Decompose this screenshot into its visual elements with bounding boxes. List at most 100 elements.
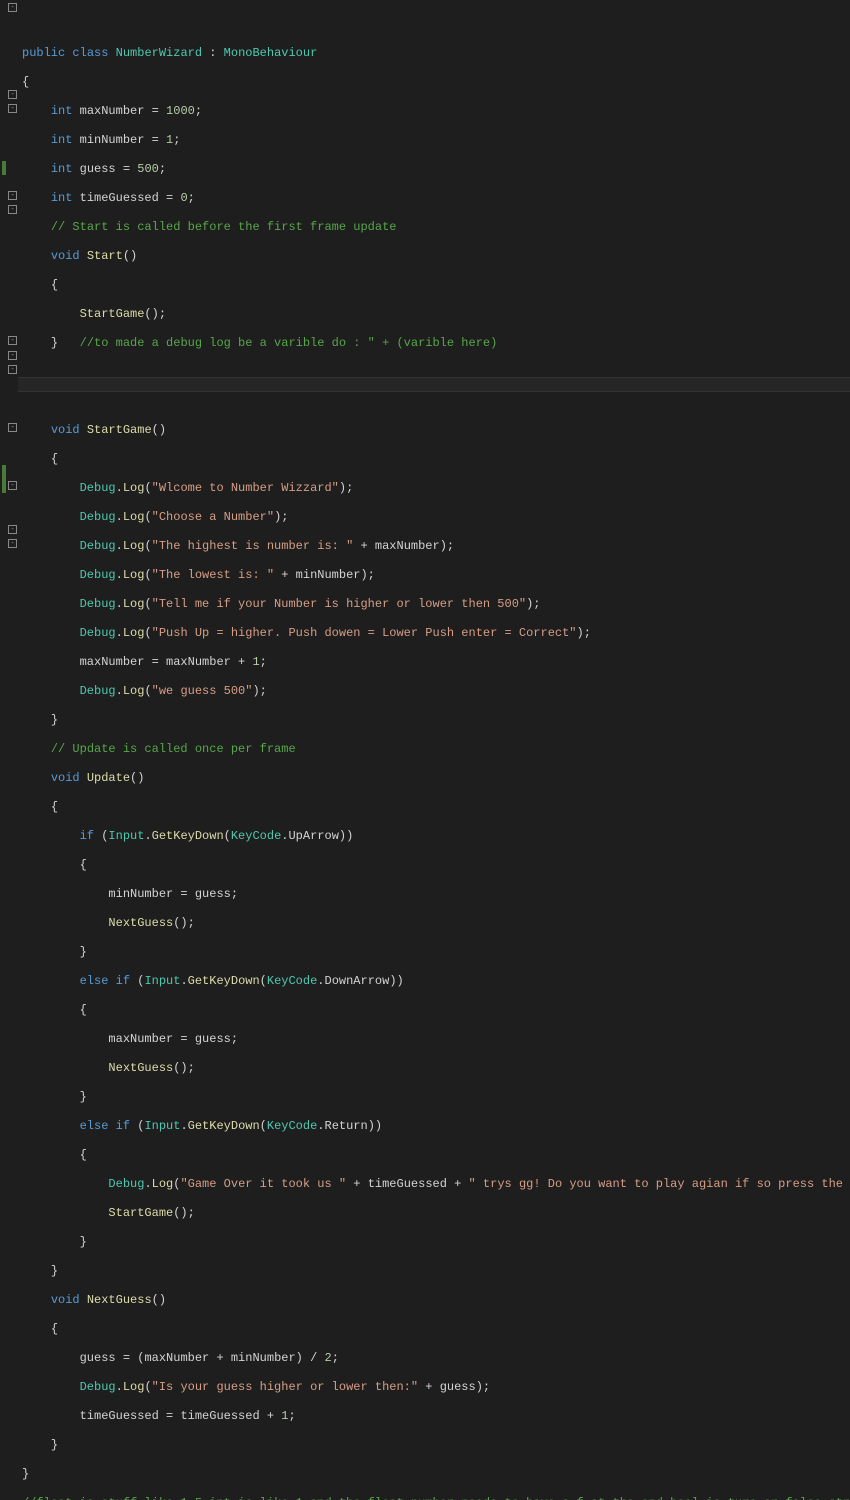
keyword-void: void [51, 249, 80, 263]
change-marker [2, 465, 6, 493]
semicolon: ; [188, 191, 195, 205]
keyword-int: int [51, 191, 73, 205]
code-editor[interactable]: - - - - - - - - - - - - public class Num… [0, 0, 850, 750]
identifier: timeGuessed [368, 1177, 447, 1191]
identifier: maxNumber [80, 655, 145, 669]
op-plus: + [353, 539, 375, 553]
dot: . [116, 481, 123, 495]
brace-open: { [80, 858, 87, 872]
active-line-highlight [18, 377, 850, 392]
string-literal: "Wlcome to Number Wizzard" [152, 481, 339, 495]
class-name: NumberWizard [116, 46, 202, 60]
code-area[interactable]: public class NumberWizard : MonoBehaviou… [18, 0, 850, 750]
class-debug: Debug [80, 597, 116, 611]
identifier: guess [195, 887, 231, 901]
method-call: GetKeyDown [188, 974, 260, 988]
op-eq: = [159, 1409, 181, 1423]
brace-close: } [51, 1438, 58, 1452]
op-div: / [303, 1351, 325, 1365]
fold-toggle-icon[interactable]: - [8, 3, 17, 12]
string-literal: "we guess 500" [152, 684, 253, 698]
string-literal: "Choose a Number" [152, 510, 274, 524]
method-log: Log [123, 684, 145, 698]
op-eq: = [123, 162, 130, 176]
method-name: StartGame [87, 423, 152, 437]
fold-toggle-icon[interactable]: - [8, 336, 17, 345]
method-call: GetKeyDown [188, 1119, 260, 1133]
number-literal: 1 [281, 1409, 288, 1423]
class-debug: Debug [108, 1177, 144, 1191]
class-debug: Debug [80, 626, 116, 640]
comment: //to made a debug log be a varible do : … [80, 336, 498, 350]
identifier: timeGuessed [180, 1409, 259, 1423]
brace-close: } [51, 1264, 58, 1278]
class-input: Input [144, 1119, 180, 1133]
class-input: Input [108, 829, 144, 843]
brace-close: } [22, 1467, 29, 1481]
brace-close: } [80, 1090, 87, 1104]
comment: // Start is called before the first fram… [51, 220, 397, 234]
identifier: guess [440, 1380, 476, 1394]
identifier: maxNumber [375, 539, 440, 553]
keyword-class: class [72, 46, 108, 60]
fold-toggle-icon[interactable]: - [8, 423, 17, 432]
fold-toggle-icon[interactable]: - [8, 191, 17, 200]
fold-toggle-icon[interactable]: - [8, 481, 17, 490]
fold-toggle-icon[interactable]: - [8, 525, 17, 534]
op-plus: + [274, 568, 296, 582]
keyword-int: int [51, 104, 73, 118]
keyword-else: else [80, 1119, 109, 1133]
class-debug: Debug [80, 539, 116, 553]
fold-toggle-icon[interactable]: - [8, 351, 17, 360]
brace-open: { [51, 800, 58, 814]
number-literal: 1000 [166, 104, 195, 118]
fold-toggle-icon[interactable]: - [8, 205, 17, 214]
string-literal: " trys gg! Do you want to play agian if … [469, 1177, 850, 1191]
enum-keycode: KeyCode [267, 1119, 317, 1133]
identifier: minNumber [296, 568, 361, 582]
string-literal: "The highest is number is: " [152, 539, 354, 553]
method-log: Log [123, 510, 145, 524]
fold-toggle-icon[interactable]: - [8, 539, 17, 548]
op-eq: = [173, 887, 195, 901]
fold-toggle-icon[interactable]: - [8, 104, 17, 113]
brace-close: } [51, 713, 58, 727]
base-class: MonoBehaviour [224, 46, 318, 60]
fold-toggle-icon[interactable]: - [8, 90, 17, 99]
enum-keycode: KeyCode [231, 829, 281, 843]
op-eq: = [152, 104, 159, 118]
field-name: minNumber [80, 133, 145, 147]
enum-member: Return [325, 1119, 368, 1133]
brace-close: } [80, 945, 87, 959]
semicolon: ; [173, 133, 180, 147]
op-eq: = [152, 133, 159, 147]
string-literal: "Tell me if your Number is higher or low… [152, 597, 526, 611]
identifier: guess [80, 1351, 116, 1365]
method-call: NextGuess [108, 916, 173, 930]
method-name: Update [87, 771, 130, 785]
keyword-if: if [116, 974, 130, 988]
op-plus: + [346, 1177, 368, 1191]
identifier: maxNumber [144, 1351, 209, 1365]
change-marker [2, 161, 6, 175]
field-name: guess [80, 162, 116, 176]
fold-toggle-icon[interactable]: - [8, 365, 17, 374]
identifier: guess [195, 1032, 231, 1046]
class-debug: Debug [80, 481, 116, 495]
op-plus: + [418, 1380, 440, 1394]
identifier: maxNumber [108, 1032, 173, 1046]
brace-open: { [51, 452, 58, 466]
brace-close: } [51, 336, 58, 350]
method-log: Log [123, 597, 145, 611]
identifier: minNumber [108, 887, 173, 901]
op-eq: = [144, 655, 166, 669]
enum-keycode: KeyCode [267, 974, 317, 988]
keyword-void: void [51, 771, 80, 785]
identifier: timeGuessed [80, 1409, 159, 1423]
number-literal: 500 [137, 162, 159, 176]
method-name: Start [87, 249, 123, 263]
method-call: NextGuess [108, 1061, 173, 1075]
op-plus: + [209, 1351, 231, 1365]
colon: : [209, 46, 216, 60]
field-name: timeGuessed [80, 191, 159, 205]
